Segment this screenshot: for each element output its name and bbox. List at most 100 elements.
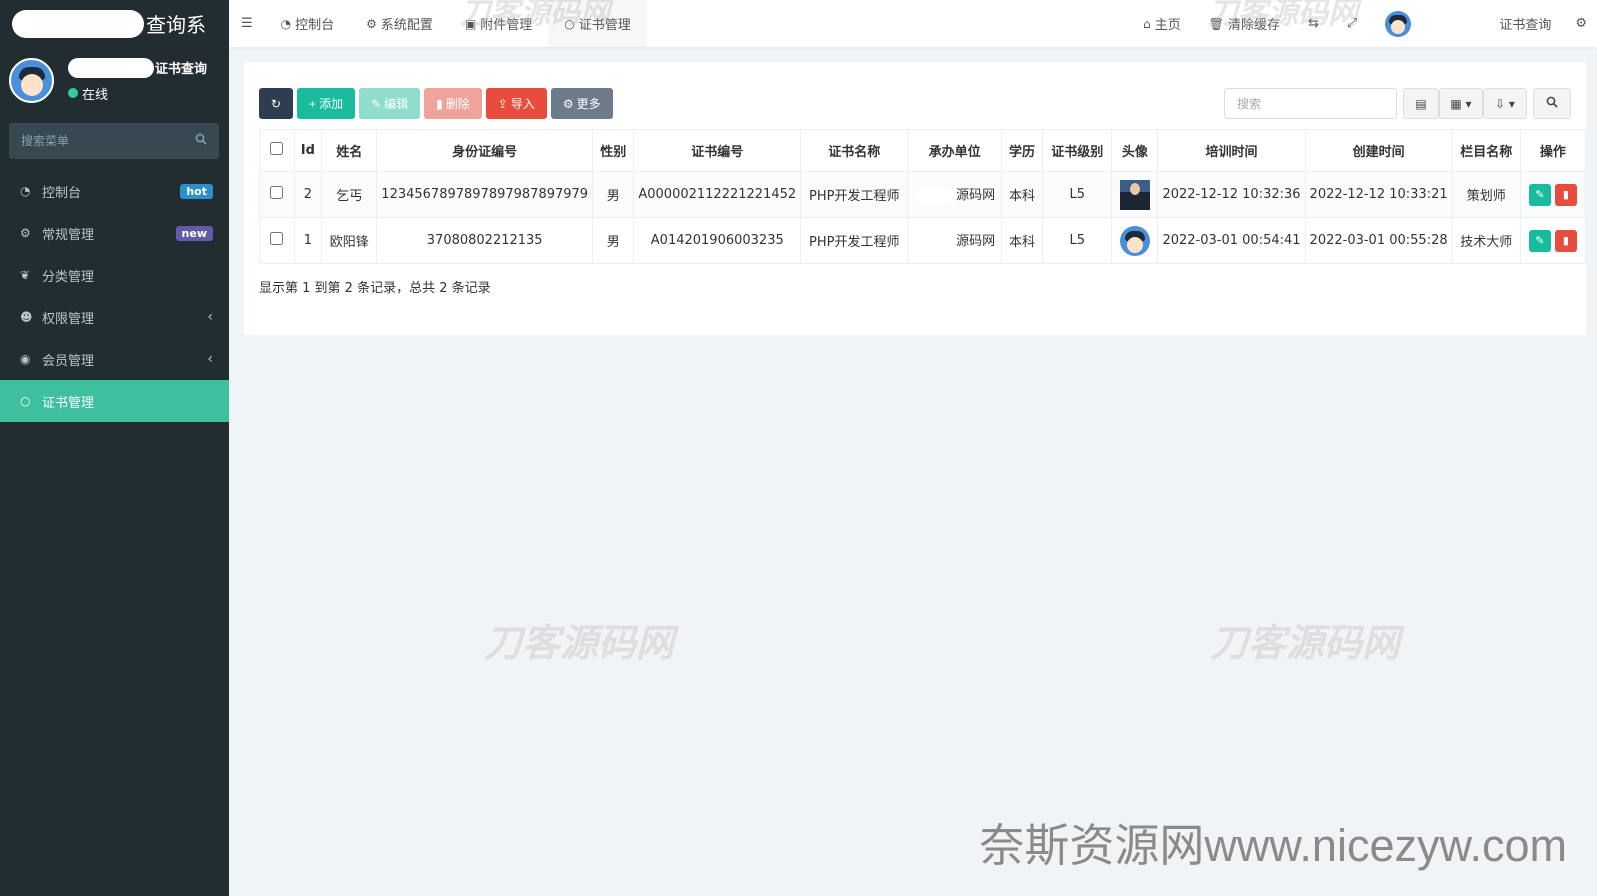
online-status: 在线: [68, 84, 207, 103]
gear-icon: ⚙: [562, 96, 574, 111]
col-id[interactable]: Id: [293, 129, 323, 172]
hamburger-icon[interactable]: ☰: [241, 16, 253, 31]
grid-icon: ▦ ▾: [1450, 96, 1472, 111]
col-unit[interactable]: 承办单位: [907, 129, 1002, 172]
table-search-input[interactable]: [1224, 88, 1397, 119]
row-edit-button[interactable]: ✎: [1528, 229, 1551, 252]
export-button[interactable]: ⇩ ▾: [1483, 88, 1527, 119]
import-button[interactable]: ⇪ 导入: [485, 88, 547, 119]
col-avatar[interactable]: 头像: [1111, 129, 1159, 172]
user-panel: 证书查询 在线: [0, 47, 229, 113]
dashboard-icon: ◔: [20, 184, 31, 198]
tab-system-config[interactable]: ⚙ 系统配置: [350, 0, 449, 47]
home-link[interactable]: ⌂ 主页: [1129, 0, 1195, 47]
avatar: [9, 57, 54, 103]
delete-button[interactable]: ▮ 删除: [424, 88, 482, 119]
app-title: 查询系: [146, 13, 206, 37]
row-checkbox[interactable]: [270, 186, 284, 199]
user-circle-icon: ◉: [20, 352, 31, 366]
avatar-thumbnail[interactable]: [1119, 225, 1150, 256]
row-checkbox[interactable]: [270, 232, 284, 245]
leaf-icon: ❦: [20, 268, 31, 282]
select-all-cell: [259, 129, 295, 172]
refresh-button[interactable]: ↻: [259, 88, 294, 119]
sidebar-item-category[interactable]: ❦ 分类管理: [0, 254, 229, 296]
col-gender[interactable]: 性别: [592, 129, 635, 172]
cogs-icon: ⚙: [20, 226, 31, 240]
content-panel: ↻ +添加 ✎编辑 ▮删除 ⇪导入 ⚙更多 ▤ ▦ ▾ ⇩ ▾ Id 姓名 身份…: [244, 62, 1587, 335]
menu-search[interactable]: [9, 123, 219, 159]
col-cert-no[interactable]: 证书编号: [633, 129, 802, 172]
edit-button[interactable]: ✎ 编辑: [359, 88, 421, 119]
table-tools: ▤ ▦ ▾ ⇩ ▾: [1224, 88, 1571, 119]
logo-mask: [12, 9, 144, 38]
certificate-table: Id 姓名 身份证编号 性别 证书编号 证书名称 承办单位 学历 证书级别 头像…: [259, 129, 1587, 264]
group-icon: ☻: [20, 310, 33, 324]
logo[interactable]: 查询系: [0, 0, 229, 47]
table-row[interactable]: 2 乞丐 123456789789789798789797​9 男 A00000…: [259, 171, 1587, 218]
gear-icon: ⚙: [366, 16, 377, 31]
toolbar: ↻ + 添加 ✎ 编辑 ▮ 删除 ⇪ 导入 ⚙ 更多: [259, 88, 613, 119]
user-menu[interactable]: [1371, 0, 1485, 47]
col-level[interactable]: 证书级别: [1042, 129, 1113, 172]
tab-dashboard[interactable]: ◔ 控制台: [265, 0, 351, 47]
search-icon: [1546, 96, 1558, 111]
table-header-row: Id 姓名 身份证编号 性别 证书编号 证书名称 承办单位 学历 证书级别 头像…: [259, 129, 1587, 172]
row-edit-button[interactable]: ✎: [1528, 183, 1551, 206]
col-created[interactable]: 创建时间: [1304, 129, 1453, 172]
upload-icon: ⇪: [497, 96, 508, 111]
col-name[interactable]: 姓名: [321, 129, 378, 172]
columns-button[interactable]: ▦ ▾: [1439, 88, 1483, 119]
advanced-search-button[interactable]: [1533, 88, 1571, 119]
refresh-icon: ↻: [271, 96, 282, 111]
select-all-checkbox[interactable]: [270, 142, 284, 155]
username: 证书查询: [155, 62, 208, 77]
export-icon: ⇩ ▾: [1495, 96, 1515, 111]
site-watermark: 奈斯资源网www.nicezyw.com: [979, 820, 1567, 871]
col-train-time[interactable]: 培训时间: [1157, 129, 1306, 172]
col-id-number[interactable]: 身份证编号: [376, 129, 594, 172]
sidebar-item-dashboard[interactable]: ◔ 控制台 hot: [0, 170, 229, 212]
dashboard-icon: ◔: [280, 16, 292, 31]
sidebar-item-auth[interactable]: ☻ 权限管理 ‹: [0, 296, 229, 338]
col-actions: 操作: [1519, 129, 1587, 172]
watermark: 刀客源码网: [1208, 0, 1358, 31]
sidebar-item-certificate[interactable]: ○ 证书管理: [0, 380, 229, 422]
watermark: 刀客源码网: [484, 621, 675, 665]
settings-button[interactable]: ⚙: [1565, 0, 1597, 47]
avatar-thumbnail[interactable]: [1119, 179, 1150, 210]
trash-icon: ▮: [436, 96, 443, 111]
new-badge: new: [175, 225, 213, 241]
toggle-view-button[interactable]: ▤: [1403, 88, 1439, 119]
pencil-icon: ✎: [371, 96, 382, 111]
search-icon[interactable]: [195, 133, 207, 149]
username-mask: [68, 57, 154, 78]
more-button[interactable]: ⚙ 更多: [550, 88, 613, 119]
topbar: ☰ ◔ 控制台 ⚙ 系统配置 ▣ 附件管理 ○ 证书管理 ⌂ 主页 🗑 清除缓存 ⇆ ⤢ 证…: [229, 0, 1597, 47]
status-dot-icon: [68, 88, 78, 98]
add-button[interactable]: + 添加: [297, 88, 356, 119]
col-education[interactable]: 学历: [1000, 129, 1044, 172]
cert-query-link[interactable]: 证书查询: [1485, 0, 1565, 47]
menu-search-input[interactable]: [21, 134, 171, 148]
watermark: 刀客源码网: [1210, 621, 1401, 665]
list-icon: ▤: [1415, 96, 1427, 111]
col-cert-name[interactable]: 证书名称: [800, 129, 909, 172]
sidebar: 查询系 证书查询 在线 ◔ 控制台 hot ⚙ 常规管理 new ❦ 分类管理 …: [0, 0, 229, 896]
cogs-icon[interactable]: ⚙: [1575, 16, 1587, 31]
plus-icon: +: [309, 96, 317, 111]
col-column[interactable]: 栏目名称: [1451, 129, 1521, 172]
chevron-left-icon: ‹: [207, 309, 213, 325]
sidebar-item-general[interactable]: ⚙ 常规管理 new: [0, 212, 229, 254]
home-icon: ⌂: [1143, 16, 1151, 31]
table-row[interactable]: 1 欧阳锋 37080802212135 男 A014201906003235 …: [259, 217, 1587, 264]
menu-toggle[interactable]: ☰: [229, 0, 265, 47]
row-delete-button[interactable]: ▮: [1554, 229, 1577, 252]
circle-icon: ○: [20, 394, 31, 408]
chevron-left-icon: ‹: [207, 351, 213, 367]
sidebar-item-member[interactable]: ◉ 会员管理 ‹: [0, 338, 229, 380]
watermark: 刀客源码网: [460, 0, 610, 31]
avatar[interactable]: [1385, 10, 1412, 37]
row-delete-button[interactable]: ▮: [1554, 183, 1577, 206]
hot-badge: hot: [180, 183, 213, 199]
